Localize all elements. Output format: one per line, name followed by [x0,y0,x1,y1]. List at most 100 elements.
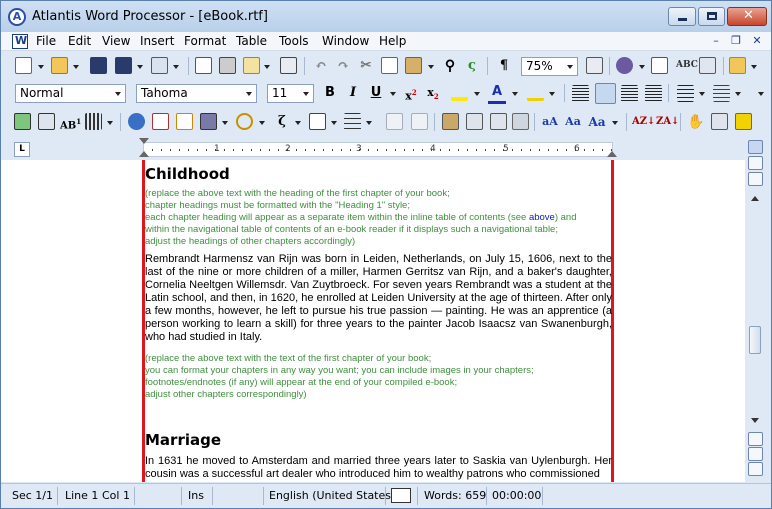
redo-icon[interactable]: ↷ [334,57,352,75]
show-formatting-icon[interactable]: ¶ [495,57,513,75]
document-icon[interactable] [12,34,28,49]
copy-icon[interactable] [381,57,398,74]
insert-autotext-icon[interactable]: AB1 [60,113,81,135]
cut-icon[interactable]: ✂ [357,57,375,75]
left-indent-marker[interactable] [139,151,149,157]
spellcheck-book-icon[interactable] [391,488,411,503]
templates-icon[interactable] [151,57,168,74]
spellcheck-icon[interactable]: ABC [676,56,698,74]
style-select[interactable]: Normal [15,84,126,103]
styles-icon[interactable] [616,57,633,74]
paragraph-1[interactable]: Rembrandt Harmensz van Rijn was born in … [145,253,612,344]
open-folder-icon[interactable] [51,57,68,74]
chapter-heading-1[interactable]: Childhood [145,165,230,183]
zoom-select[interactable]: 75% [521,57,578,76]
font-larger-icon[interactable]: Aa [564,113,582,131]
menu-tools[interactable]: Tools [279,34,309,48]
justify-icon[interactable] [645,85,662,102]
ebook-settings-icon[interactable] [512,113,529,130]
bold-icon[interactable]: B [321,84,339,102]
print-preview-icon[interactable] [195,57,212,74]
normal-view-icon[interactable] [748,140,763,154]
menu-insert[interactable]: Insert [140,34,174,48]
menu-edit[interactable]: Edit [68,34,91,48]
insert-datetime-icon[interactable] [236,113,253,130]
keyboard-tool-icon[interactable] [735,113,752,130]
print-icon[interactable] [219,57,236,74]
page-view-icon[interactable] [748,156,763,170]
first-line-indent-marker[interactable] [139,138,149,144]
replace-icon[interactable]: ς [463,57,481,75]
sort-descending-icon[interactable]: ZA↓ [656,113,679,131]
home-page-icon[interactable] [651,57,668,74]
browse-object-icon[interactable] [748,447,763,461]
insert-picture-icon[interactable] [14,113,31,130]
previous-page-icon[interactable] [748,432,763,446]
paragraph-fill-icon[interactable] [527,84,544,101]
email-icon[interactable] [243,57,260,74]
app-logo-icon[interactable]: A [8,8,26,26]
insert-table-icon[interactable] [344,113,361,130]
save-icon[interactable] [90,57,107,74]
insert-columns-icon[interactable] [85,113,102,130]
save-as-icon[interactable] [115,57,132,74]
mdi-minimize-icon[interactable]: – [708,34,724,49]
title-bar[interactable]: A Atlantis Word Processor - [eBook.rtf] … [1,1,771,32]
sort-ascending-icon[interactable]: AZ↓ [632,113,655,131]
fax-icon[interactable] [280,57,297,74]
ebook-cover-icon[interactable] [490,113,507,130]
insert-bookmark-icon[interactable] [152,113,169,130]
find-icon[interactable]: ⚲ [441,57,459,75]
table-props-icon[interactable] [386,113,403,130]
insert-field-icon[interactable] [200,113,217,130]
menu-format[interactable]: Format [184,34,226,48]
insert-symbol-icon[interactable]: ζ [273,113,291,131]
options-icon[interactable] [729,57,746,74]
paste-icon[interactable] [405,57,422,74]
compile-ebook-icon[interactable] [442,113,459,130]
menu-help[interactable]: Help [379,34,406,48]
ruler-strip[interactable]: 1 2 3 4 5 6 [143,142,613,157]
align-center-icon[interactable] [595,83,616,104]
tab-stop-selector[interactable]: L [14,142,30,157]
status-language[interactable]: English (United States) [269,489,395,502]
font-color-icon[interactable]: A [488,83,506,104]
mdi-close-icon[interactable]: ✕ [749,34,765,49]
close-button[interactable]: ✕ [727,7,767,26]
instruction-note-2[interactable]: (replace the above text with the text of… [145,353,612,401]
ebook-toc-icon[interactable] [466,113,483,130]
superscript-icon[interactable]: x2 [402,84,420,106]
undo-icon[interactable]: ↶ [312,57,330,75]
next-page-icon[interactable] [748,462,763,476]
full-screen-icon[interactable] [586,57,603,74]
status-insert-mode[interactable]: Ins [188,489,204,502]
subscript-icon[interactable]: x2 [424,84,442,106]
menu-view[interactable]: View [102,34,130,48]
text-select-icon[interactable] [711,113,728,130]
change-case-icon[interactable]: Aa [588,113,606,131]
italic-icon[interactable]: I [344,84,362,102]
insert-hyperlink-icon[interactable] [128,113,145,130]
maximize-button[interactable] [698,7,725,26]
above-link[interactable]: above [529,212,555,223]
menu-window[interactable]: Window [322,34,369,48]
mdi-restore-icon[interactable]: ❐ [728,34,744,49]
font-smaller-icon[interactable]: aA [541,113,559,131]
highlight-icon[interactable] [451,84,468,101]
new-document-icon[interactable] [15,57,32,74]
underline-icon[interactable]: U [367,84,385,102]
menu-file[interactable]: File [36,34,56,48]
align-left-icon[interactable] [572,85,589,102]
scroll-up-icon[interactable] [751,196,759,201]
insert-page-break-icon[interactable] [309,113,326,130]
scroll-thumb[interactable] [749,326,761,354]
vertical-scrollbar[interactable] [745,138,771,482]
hand-tool-icon[interactable]: ✋ [687,113,705,131]
align-right-icon[interactable] [621,85,638,102]
outline-view-icon[interactable] [748,172,763,186]
bullet-list-icon[interactable] [677,85,694,102]
paragraph-2[interactable]: In 1631 he moved to Amsterdam and marrie… [145,455,612,481]
instruction-note-1[interactable]: (replace the above text with the heading… [145,188,612,248]
word-count-icon[interactable] [699,57,716,74]
font-size-select[interactable]: 11 [267,84,314,103]
